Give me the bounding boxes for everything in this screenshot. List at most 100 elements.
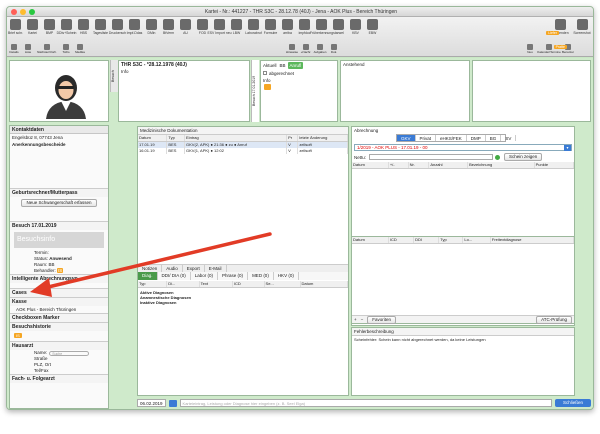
nettu-select[interactable] [369,154,494,160]
sub-tab[interactable]: Diag. [138,272,158,280]
anerkennung[interactable]: Anerkennungsbescheide [10,141,108,148]
besuchshistorie-header[interactable]: Besuchshistorie [10,322,108,331]
toolbar-button[interactable]: KBV [347,19,364,41]
toolbar-small-button[interactable]: Aufgaben [313,44,327,56]
minus-icon-2[interactable]: − [361,317,364,322]
cases-header[interactable]: Cases [10,288,108,297]
sub-tab[interactable]: Labor (0) [191,272,219,280]
toolbar-button[interactable]: Kartei [24,19,41,41]
atc-pruefung-button[interactable]: ATC-Prüfung [536,315,572,324]
column-header[interactable]: Anzahl [428,162,469,169]
column-header[interactable]: Bezeichnung [467,162,535,169]
toolbar-button[interactable]: Laborabruf [245,19,262,41]
toolbar-small-button[interactable]: Details [7,44,21,56]
info-badge[interactable] [264,84,271,90]
toolbar-button[interactable]: Screenshot [571,19,593,41]
column-header[interactable]: ICD [232,281,265,288]
column-header[interactable]: Typ [438,237,464,244]
column-header[interactable]: Typ [138,281,168,288]
toolbar-button[interactable]: BMP [41,19,58,41]
sub-tab[interactable]: DDI/ DIA (0) [158,272,191,280]
sub-tab[interactable]: Phrase (0) [218,272,249,280]
schein-zeigen-button[interactable]: Schein zeigen [504,153,543,161]
column-header[interactable]: ICD [388,237,415,244]
toolbar-button[interactable]: DDIs+Schein [57,19,76,41]
toolbar-button[interactable]: FOD [194,19,211,41]
abrechnung-tab[interactable]: Privat [416,135,437,141]
abrechnung-tab[interactable]: SV [501,135,517,141]
toolbar-button[interactable]: EBW [364,19,381,41]
column-header[interactable]: Datum [300,281,349,288]
pratte-badge[interactable]: Pratte [553,45,567,49]
column-header[interactable]: Datum [352,237,389,244]
karteieintrag-input[interactable]: Karteieintrag, Leistung oder Diagnose hi… [179,399,552,407]
kasse-header[interactable]: Kasse [10,297,108,306]
historie-badge[interactable]: IS [14,333,22,338]
toolbar-button[interactable]: BtVerm [160,19,177,41]
add-icon[interactable] [495,154,501,160]
abrechnung-tab[interactable]: GKV (1) [397,135,416,149]
toolbar-button[interactable]: AU [177,19,194,41]
toolbar-small-button[interactable]: ToDo [59,44,73,56]
sub-tab[interactable]: MED (0) [248,272,274,280]
toolbar-button[interactable]: ESV Import neu [208,19,231,41]
toolbar-button[interactable]: Formulre [262,19,279,41]
abrechnung-tab[interactable]: DMP [467,135,486,141]
column-header[interactable]: Punkte [534,162,575,169]
toolbar-small-button[interactable]: Dok. [327,44,341,56]
schliessen-button[interactable]: Schließen [554,399,591,407]
hausarzt-search-input[interactable]: Suche [49,350,90,356]
table-row[interactable]: 16.01.19 BES GKV(1, APK) ● 12:02 Vzellsoft [138,148,348,154]
kontaktdaten-header[interactable]: Kontaktdaten [10,126,108,134]
toolbar-button[interactable]: HBS [75,19,92,41]
column-header[interactable]: Nr. [408,162,430,169]
toolbar-button[interactable]: GD senden [549,19,571,41]
toolbar-small-button[interactable]: Neu [523,44,537,56]
neue-schwangerschaft-button[interactable]: Neue Schwangerschaft erfassen [21,199,97,207]
column-header[interactable]: +/- [388,162,409,169]
column-header[interactable]: DDI [413,237,440,244]
zoom-window-icon[interactable] [29,9,35,15]
aktuell-badge[interactable]: Anrufl [287,62,304,69]
meddok-tab[interactable]: Export [183,265,205,272]
toolbar-small-button[interactable]: Liste [21,44,35,56]
checkboxen-header[interactable]: Checkboxen Marker [10,313,108,322]
plus-icon-2[interactable]: + [354,317,357,322]
toolbar-small-button[interactable]: Nächster/Vorh. [35,44,59,56]
footer-date[interactable]: 06.02.2019 [137,399,166,407]
column-header[interactable]: Freitextdiagnose [490,237,575,244]
favoriten-button-2[interactable]: Favoriten [367,315,397,324]
behandler-badge[interactable]: IS [57,268,64,273]
besuchsinfo-box[interactable]: Besuchsinfo [14,232,104,248]
minimize-window-icon[interactable] [20,9,26,15]
liefer-badge[interactable]: Liefer [546,31,559,35]
sub-tab[interactable]: HKV (0) [274,272,299,280]
column-header[interactable]: Text [199,281,233,288]
abgerechnet-checkbox[interactable] [263,71,267,75]
toolbar-button[interactable]: Druckersch [109,19,126,41]
toolbar-button[interactable]: Tagesliste [92,19,109,41]
abrechnung-tab[interactable]: BG [486,135,502,141]
toolbar-button[interactable]: LBW [228,19,245,41]
close-window-icon[interactable] [11,9,17,15]
geburt-header[interactable]: Geburtsrechner/Mutterpass [10,188,108,197]
besuch-header[interactable]: Besuch 17.01.2019 [10,221,108,230]
toolbar-button[interactable]: Früherkennung [310,19,333,41]
column-header[interactable]: Lo... [462,237,491,244]
calendar-icon[interactable] [168,399,177,407]
fach-header[interactable]: Fach- u. Folgearzt [10,374,108,383]
iav-header[interactable]: Intelligente Abrechnungsvo... [10,274,108,283]
patient-side-tab[interactable]: Besuch [110,60,118,92]
toolbar-button[interactable]: arriba [279,19,296,41]
chevron-down-icon[interactable]: ▾ [564,145,571,151]
column-header[interactable]: Se... [264,281,301,288]
meddok-tab[interactable]: Audio [162,265,183,272]
toolbar-button[interactable]: Impf-Ddas [126,19,143,41]
diagnosis-group[interactable]: Inaktive Diagnosen [140,300,346,305]
meddok-tab[interactable]: E-Mail [205,265,227,272]
visit-side-tab[interactable]: Besuch 17.01.2019 [251,60,259,122]
case-select[interactable]: 1/2019 - AOK PLUS - 17.01.19 - 00 ▾ [354,144,572,151]
toolbar-button[interactable]: impfdoc [296,19,313,41]
abrechnung-tab[interactable]: eHKS/FEK [436,135,467,141]
column-header[interactable]: Datum [352,162,389,169]
